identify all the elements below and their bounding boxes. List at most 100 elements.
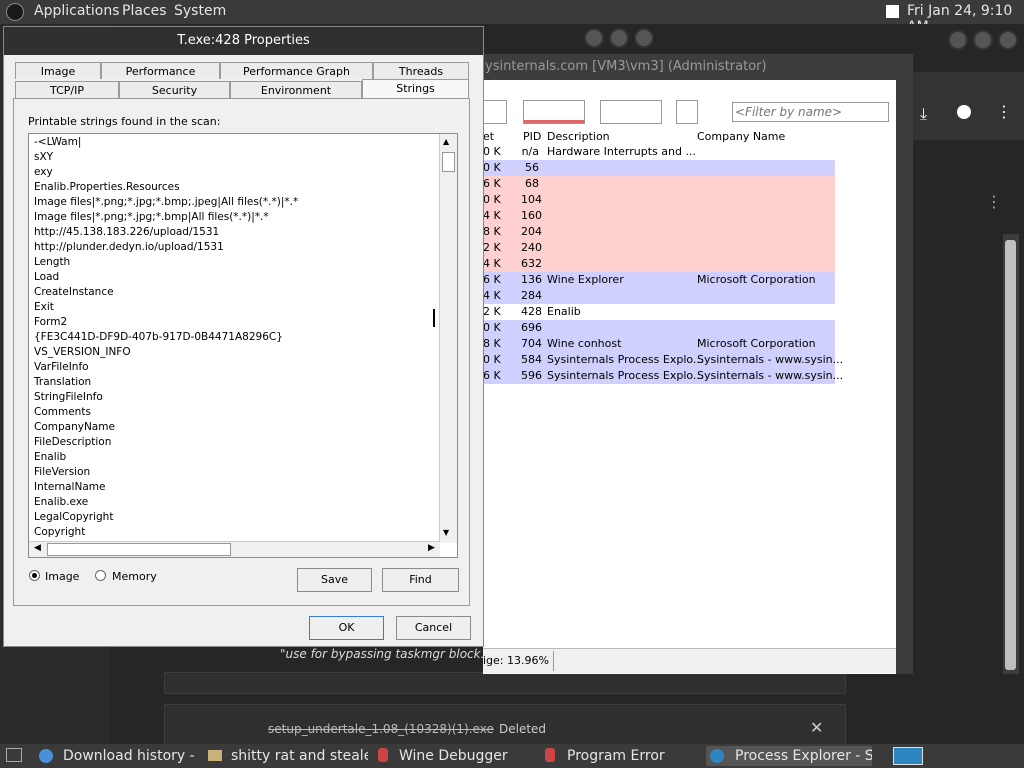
string-item[interactable]: Enalib.Properties.Resources [34, 181, 180, 193]
string-item[interactable]: Form2 [34, 316, 67, 328]
col-ws[interactable]: et [483, 130, 494, 143]
string-item[interactable]: {FE3C441D-DF9D-407b-917D-0B4471A8296C} [34, 331, 283, 343]
process-row[interactable]: 0 K n/a Hardware Interrupts and ... [483, 144, 835, 160]
tab-environment[interactable]: Environment [230, 81, 362, 98]
process-row[interactable]: 6 K 136 Wine Explorer Microsoft Corporation [483, 272, 835, 288]
process-row[interactable]: 8 K 204 [483, 224, 835, 240]
horizontal-scrollbar[interactable]: ◀ ▶ [29, 541, 440, 557]
process-row[interactable]: 0 K 56 [483, 160, 835, 176]
radio-image-label[interactable]: Image [45, 570, 79, 583]
string-item[interactable]: Load [34, 271, 59, 283]
task-program-error[interactable]: Program Error [541, 746, 703, 766]
notification-icon[interactable] [886, 5, 899, 18]
process-row[interactable]: 0 K 104 [483, 192, 835, 208]
string-item[interactable]: VS_VERSION_INFO [34, 346, 131, 358]
process-explorer-titlebar[interactable]: ysinternals.com [VM3\vm3] (Administrator… [483, 54, 913, 80]
distro-logo-icon[interactable] [6, 3, 24, 21]
scroll-down-icon[interactable]: ▼ [443, 528, 449, 537]
col-description[interactable]: Description [547, 130, 610, 143]
page-scrollbar[interactable] [1003, 234, 1019, 674]
process-row[interactable]: 6 K 68 [483, 176, 835, 192]
tab-performance-graph[interactable]: Performance Graph [220, 62, 373, 79]
horizontal-scroll-thumb[interactable] [47, 543, 231, 556]
tab-tcpip[interactable]: TCP/IP [15, 81, 119, 98]
col-pid[interactable]: PID [523, 130, 541, 143]
string-item[interactable]: VarFileInfo [34, 361, 89, 373]
menu-system[interactable]: System [174, 3, 226, 19]
vertical-scrollbar[interactable]: ▲ ▼ [439, 134, 457, 543]
string-item[interactable]: Enalib.exe [34, 496, 88, 508]
close-icon[interactable] [998, 30, 1018, 50]
task-process-explorer[interactable]: Process Explorer - S... [706, 746, 872, 766]
string-item[interactable]: -<LWam| [34, 136, 81, 148]
string-item[interactable]: Enalib [34, 451, 66, 463]
maximize-icon[interactable] [609, 28, 629, 48]
string-item[interactable]: Image files|*.png;*.jpg;*.bmp;.jpeg|All … [34, 196, 298, 208]
string-item[interactable]: Copyright [34, 526, 85, 538]
string-item[interactable]: Translation [34, 376, 91, 388]
string-item[interactable]: CreateInstance [34, 286, 114, 298]
workspace-switcher[interactable] [893, 747, 923, 765]
process-row[interactable]: 2 K 428 Enalib [483, 304, 835, 320]
process-row[interactable]: 6 K 596 Sysinternals Process Explo... Sysin… [483, 368, 843, 384]
strings-list[interactable]: -<LWam| sXY exy Enalib.Properties.Resources… [28, 133, 458, 558]
tab-image[interactable]: Image [15, 62, 101, 79]
minimize-icon[interactable] [584, 28, 604, 48]
scroll-left-icon[interactable]: ◀ [34, 543, 41, 553]
menu-kebab-icon[interactable]: ⋮ [996, 102, 1012, 121]
process-row[interactable]: 2 K 240 [483, 240, 835, 256]
toolbar-graph-io[interactable] [600, 100, 662, 124]
maximize-icon[interactable] [973, 30, 993, 50]
string-item[interactable]: Length [34, 256, 70, 268]
radio-image[interactable] [29, 570, 40, 581]
process-row[interactable]: 4 K 632 [483, 256, 835, 272]
string-item[interactable]: LegalCopyright [34, 511, 113, 523]
radio-memory[interactable] [95, 570, 106, 581]
process-row[interactable]: 0 K 584 Sysinternals Process Explo... Sysin… [483, 352, 843, 368]
show-desktop-icon[interactable] [6, 748, 22, 762]
process-row[interactable]: 4 K 160 [483, 208, 835, 224]
tab-performance[interactable]: Performance [101, 62, 220, 79]
dialog-title[interactable]: T.exe:428 Properties [4, 27, 483, 55]
save-button[interactable]: Save [297, 568, 372, 592]
download-row[interactable] [164, 672, 846, 694]
vertical-scroll-thumb[interactable] [442, 152, 455, 172]
menu-applications[interactable]: Applications [34, 3, 120, 19]
close-icon[interactable] [634, 28, 654, 48]
toolbar-graph-commit[interactable] [523, 100, 585, 124]
filter-input[interactable] [732, 102, 889, 122]
tab-security[interactable]: Security [119, 81, 230, 98]
download-filename[interactable]: setup_undertale_1.08_(10328)(1).exe [268, 722, 494, 736]
more-options-icon[interactable]: ⋮ [986, 192, 1002, 211]
string-item[interactable]: Comments [34, 406, 91, 418]
download-icon[interactable]: ⤓ [920, 104, 927, 124]
find-button[interactable]: Find [382, 568, 459, 592]
string-item[interactable]: StringFileInfo [34, 391, 103, 403]
cancel-button[interactable]: Cancel [396, 616, 471, 640]
toolbar-graph-cpu[interactable] [483, 100, 507, 124]
string-item[interactable]: Exit [34, 301, 54, 313]
string-item[interactable]: http://45.138.183.226/upload/1531 [34, 226, 219, 238]
string-item[interactable]: http://plunder.dedyn.io/upload/1531 [34, 241, 224, 253]
task-wine-debugger[interactable]: Wine Debugger [374, 746, 536, 766]
string-item[interactable]: sXY [34, 151, 53, 163]
string-item[interactable]: FileVersion [34, 466, 90, 478]
scrollbar-thumb[interactable] [1005, 240, 1016, 670]
scroll-up-icon[interactable]: ▲ [443, 137, 449, 146]
string-item[interactable]: exy [34, 166, 53, 178]
task-download-history[interactable]: Download history - ... [37, 746, 199, 766]
radio-memory-label[interactable]: Memory [112, 570, 157, 583]
minimize-icon[interactable] [948, 30, 968, 50]
remove-icon[interactable]: ✕ [810, 718, 823, 737]
col-company[interactable]: Company Name [697, 130, 785, 143]
task-file-manager[interactable]: shitty rat and steale... [205, 746, 368, 766]
string-item[interactable]: InternalName [34, 481, 105, 493]
tab-threads[interactable]: Threads [373, 62, 469, 79]
process-row[interactable]: 4 K 284 [483, 288, 835, 304]
string-item[interactable]: CompanyName [34, 421, 115, 433]
tab-strings[interactable]: Strings [362, 79, 469, 99]
download-row[interactable]: setup_undertale_1.08_(10328)(1).exe Dele… [164, 704, 846, 746]
account-icon[interactable] [957, 105, 971, 119]
string-item[interactable]: Image files|*.png;*.jpg;*.bmp|All files(… [34, 211, 269, 223]
scroll-right-icon[interactable]: ▶ [428, 543, 435, 553]
